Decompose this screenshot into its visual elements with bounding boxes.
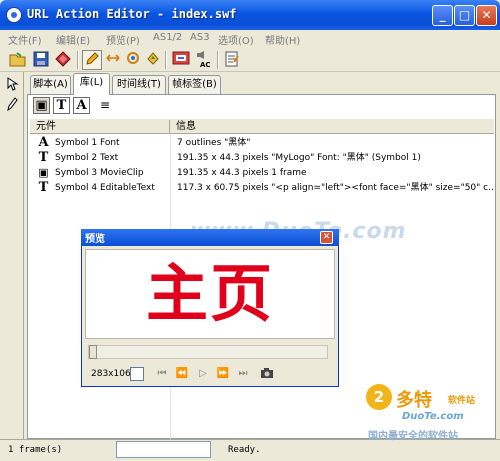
library-row[interactable]: T Symbol 4 EditableText 117.3 x 60.75 pi… bbox=[31, 180, 493, 196]
open-folder-icon[interactable] bbox=[8, 50, 28, 70]
menu-help[interactable]: 帮助(H) bbox=[265, 32, 300, 47]
gallery-card-icon[interactable] bbox=[171, 50, 191, 70]
action-pencil-icon[interactable] bbox=[82, 50, 102, 70]
watermark-tagline: 国内最安全的软件站 bbox=[368, 431, 458, 442]
fit-stage-icon[interactable] bbox=[130, 367, 144, 381]
symbol-info: 191.35 x 44.3 pixels 1 frame bbox=[177, 168, 307, 178]
menu-file[interactable]: 文件(F) bbox=[8, 32, 42, 47]
symbol-name: Symbol 1 Font bbox=[55, 138, 120, 148]
minimize-button[interactable]: _ bbox=[432, 5, 453, 26]
library-row[interactable]: A Symbol 1 Font 7 outlines "黑体" bbox=[31, 135, 493, 151]
puzzle-icon[interactable] bbox=[143, 50, 163, 70]
camera-snapshot-icon[interactable] bbox=[260, 367, 274, 381]
menu-options[interactable]: 选项(O) bbox=[218, 32, 254, 47]
toolbar-separator bbox=[77, 51, 79, 69]
symbol-name: Symbol 3 MovieClip bbox=[55, 168, 144, 178]
swap-icon[interactable] bbox=[123, 50, 143, 70]
column-info[interactable]: 信息 bbox=[176, 119, 196, 134]
movieclip-filter-button[interactable]: ▣ bbox=[33, 97, 50, 114]
frame-count: 1 frame(s) bbox=[8, 445, 63, 455]
symbol-info: 7 outlines "黑体" bbox=[177, 138, 251, 148]
preview-title: 预览 bbox=[85, 234, 105, 245]
ac-label: AC bbox=[200, 61, 211, 68]
tab-frame-labels[interactable]: 帧标签(B) bbox=[168, 75, 221, 94]
frame-slider-thumb[interactable] bbox=[89, 345, 97, 359]
pencil-tool-icon[interactable] bbox=[4, 96, 20, 112]
preview-title-bar[interactable] bbox=[81, 229, 339, 246]
maximize-button[interactable]: □ bbox=[454, 5, 475, 26]
movieclip-symbol-icon: ▣ bbox=[38, 166, 49, 179]
toolbar-separator bbox=[217, 51, 219, 69]
tab-script[interactable]: 脚本(A) bbox=[30, 75, 71, 94]
library-row[interactable]: T Symbol 2 Text 191.35 x 44.3 pixels "My… bbox=[31, 150, 493, 166]
symbol-info: 117.3 x 60.75 pixels "<p align="left"><f… bbox=[177, 183, 493, 193]
editable-text-symbol-icon: T bbox=[38, 180, 49, 195]
close-button[interactable]: ✕ bbox=[476, 5, 497, 26]
prev-frame-icon[interactable]: ⏪ bbox=[175, 367, 189, 381]
left-tool-strip bbox=[0, 72, 24, 439]
watermark-badge: 2 bbox=[366, 384, 392, 410]
menu-preview[interactable]: 预览(P) bbox=[106, 32, 140, 47]
text-symbol-icon: T bbox=[38, 150, 49, 165]
menu-as12[interactable]: AS1/2 bbox=[153, 32, 182, 43]
font-filter-button[interactable]: A bbox=[73, 97, 90, 114]
status-input[interactable] bbox=[116, 441, 211, 458]
text-filter-button[interactable]: T bbox=[53, 97, 70, 114]
notes-icon[interactable] bbox=[222, 50, 242, 70]
symbol-name: Symbol 4 EditableText bbox=[55, 183, 155, 193]
frame-slider[interactable] bbox=[88, 345, 328, 359]
arrows-icon[interactable] bbox=[103, 50, 123, 70]
save-icon[interactable] bbox=[31, 50, 51, 70]
pointer-tool-icon[interactable] bbox=[4, 76, 20, 92]
toolbar: AC bbox=[0, 48, 500, 72]
symbol-name: Symbol 2 Text bbox=[55, 153, 119, 163]
watermark-brand-sub: 软件站 bbox=[448, 396, 476, 406]
preview-dimensions: 283x106 bbox=[91, 369, 131, 379]
column-divider[interactable] bbox=[169, 120, 170, 133]
list-view-icon[interactable]: ≡ bbox=[100, 98, 110, 112]
last-frame-icon[interactable]: ⏭ bbox=[236, 367, 250, 381]
tab-library[interactable]: 库(L) bbox=[73, 73, 110, 95]
menu-as3[interactable]: AS3 bbox=[190, 32, 210, 43]
symbol-info: 191.35 x 44.3 pixels "MyLogo" Font: "黑体"… bbox=[177, 153, 421, 163]
status-ready: Ready. bbox=[228, 445, 261, 455]
library-header: 元件 信息 bbox=[30, 119, 494, 134]
play-icon[interactable]: ▷ bbox=[196, 367, 210, 381]
menu-edit[interactable]: 编辑(E) bbox=[56, 32, 90, 47]
library-row[interactable]: ▣ Symbol 3 MovieClip 191.35 x 44.3 pixel… bbox=[31, 165, 493, 181]
menu-bar: 文件(F) 编辑(E) 预览(P) AS1/2 AS3 选项(O) 帮助(H) bbox=[0, 30, 500, 48]
column-symbol[interactable]: 元件 bbox=[36, 119, 56, 134]
preview-stage-text: 主页 bbox=[145, 257, 274, 330]
script-gem-icon[interactable] bbox=[53, 50, 73, 70]
toolbar-separator bbox=[165, 51, 167, 69]
app-icon bbox=[6, 7, 22, 23]
font-symbol-icon: A bbox=[38, 135, 49, 150]
next-frame-icon[interactable]: ⏩ bbox=[216, 367, 230, 381]
first-frame-icon[interactable]: ⏮ bbox=[155, 367, 169, 381]
preview-close-button[interactable]: ✕ bbox=[320, 231, 333, 244]
window-title: URL Action Editor - index.swf bbox=[27, 7, 237, 21]
watermark-brand: 多特 bbox=[396, 390, 432, 411]
watermark-url: DuoTe.com bbox=[402, 411, 464, 422]
ac-sound-icon[interactable]: AC bbox=[194, 50, 214, 70]
tab-timeline[interactable]: 时间线(T) bbox=[112, 75, 166, 94]
